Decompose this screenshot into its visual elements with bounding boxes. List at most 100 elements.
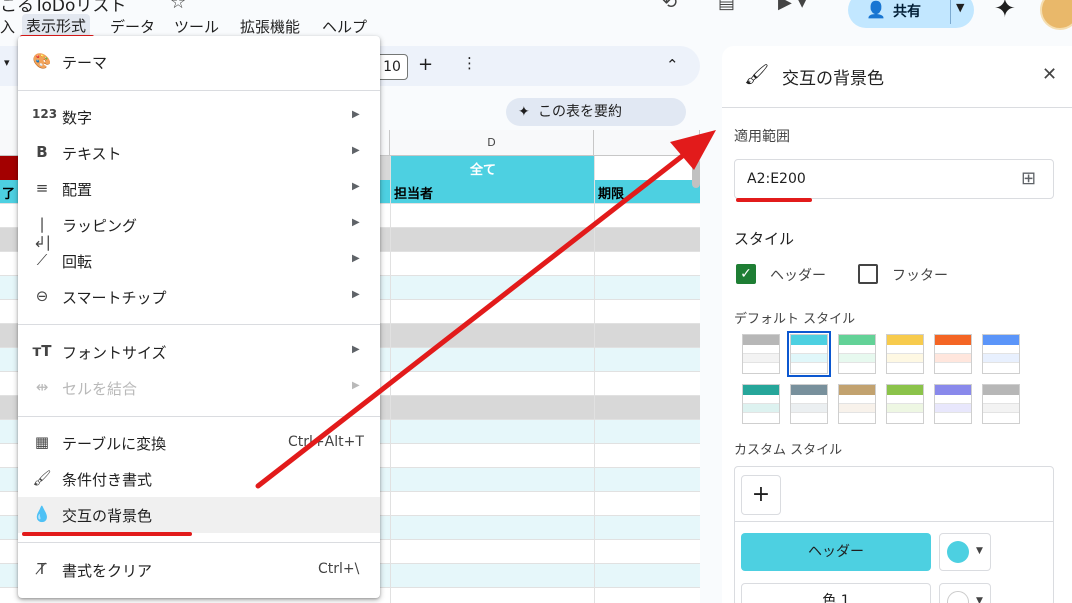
default-style-swatch[interactable] <box>934 334 972 374</box>
default-style-swatch[interactable] <box>838 384 876 424</box>
submenu-arrow-icon: ▶ <box>352 145 360 156</box>
more-options-icon[interactable]: ⋮ <box>462 54 477 72</box>
screen: こるToDoリスト ☆ ⟲ ▤ ▶ ▾ 👤 共有 ▼ ✦ 入 表示形式 データ … <box>0 0 1072 603</box>
chevron-down-icon: ▼ <box>976 596 983 603</box>
color1-button[interactable]: 色 1 <box>741 583 931 603</box>
font-size-input[interactable]: 10 <box>376 54 408 80</box>
menu-item-alignment[interactable]: ≡ 配置 ▶ <box>18 171 380 207</box>
menu-help[interactable]: ヘルプ <box>322 16 367 37</box>
annotation-underline-range <box>736 198 812 202</box>
swatch-row <box>887 363 923 373</box>
merge-icon: ⇹ <box>35 378 49 396</box>
range-label: 適用範囲 <box>734 129 790 145</box>
vertical-scrollbar[interactable] <box>692 158 700 188</box>
menu-item-rotation[interactable]: ⟋ 回転 ▶ <box>18 243 380 279</box>
share-button[interactable]: 👤 共有 ▼ <box>848 0 974 28</box>
paint-roller-icon: 🖌 <box>32 469 52 487</box>
range-input[interactable]: A2:E200 ⊞ <box>734 159 1054 199</box>
default-style-swatch[interactable] <box>982 334 1020 374</box>
custom-divider <box>735 521 1053 522</box>
swatch-header-color <box>743 385 779 395</box>
color-dot <box>947 541 969 563</box>
color-dot <box>947 591 969 603</box>
cell-a-fragment: 了 <box>2 187 16 202</box>
menu-item-alternating-colors[interactable]: 💧 交互の背景色 <box>18 497 380 533</box>
menu-item-smart-chips[interactable]: ⊖ スマートチップ ▶ <box>18 279 380 315</box>
cell-deadline-header: 期限 <box>598 187 625 202</box>
gemini-icon[interactable]: ✦ <box>994 0 1016 24</box>
swatch-row <box>983 395 1019 404</box>
swatch-row <box>935 345 971 354</box>
menu-insert[interactable]: 入 <box>0 16 15 37</box>
menu-data[interactable]: データ <box>110 16 155 37</box>
menu-item-font-size[interactable]: тT フォントサイズ ▶ <box>18 334 380 370</box>
menu-item-conditional-format[interactable]: 🖌 条件付き書式 <box>18 461 380 497</box>
menu-item-text[interactable]: B テキスト ▶ <box>18 135 380 171</box>
header-color-picker[interactable]: ▼ <box>939 533 991 571</box>
menu-shortcut: Ctrl+\ <box>318 561 360 577</box>
chevron-down-icon[interactable]: ▼ <box>956 1 964 14</box>
menu-divider <box>18 90 380 91</box>
meet-icon[interactable]: ▶ ▾ <box>778 0 807 13</box>
swatch-header-color <box>839 385 875 395</box>
default-styles-label: デフォルト スタイル <box>734 312 856 327</box>
menu-item-wrapping[interactable]: |↲| ラッピング ▶ <box>18 207 380 251</box>
banner-filter-cell[interactable]: 全て <box>390 156 594 180</box>
menu-item-merge-cells: ⇹ セルを結合 ▶ <box>18 370 380 406</box>
avatar[interactable] <box>1040 0 1072 30</box>
menu-extensions[interactable]: 拡張機能 <box>240 16 300 37</box>
header-color-button[interactable]: ヘッダー <box>741 533 931 571</box>
column-header-d[interactable]: D <box>390 130 594 156</box>
swatch-row <box>839 345 875 354</box>
number-icon: 123 <box>32 107 58 121</box>
default-style-swatch[interactable] <box>787 331 831 377</box>
default-style-swatch[interactable] <box>742 334 780 374</box>
menu-item-clear-format[interactable]: T̸ 書式をクリア Ctrl+\ <box>18 552 380 588</box>
banner-red-cell[interactable] <box>0 156 20 180</box>
menu-item-label: テーマ <box>62 54 108 72</box>
menu-item-convert-to-table[interactable]: ▦ テーブルに変換 Ctrl+Alt+T <box>18 425 380 461</box>
add-custom-style-button[interactable]: + <box>741 475 781 515</box>
summarize-table-chip[interactable]: ✦ この表を要約 <box>506 98 686 126</box>
toolbar-caret-icon[interactable]: ▾ <box>4 56 10 69</box>
column-header-e[interactable] <box>594 130 700 156</box>
default-style-swatch[interactable] <box>934 384 972 424</box>
collapse-toolbar-icon[interactable]: ⌃ <box>666 56 679 74</box>
menu-tools[interactable]: ツール <box>174 16 219 37</box>
menu-divider <box>18 416 380 417</box>
close-icon[interactable]: ✕ <box>1042 64 1057 85</box>
font-size-plus-button[interactable]: + <box>418 54 433 75</box>
default-style-swatch[interactable] <box>742 384 780 424</box>
default-style-swatch[interactable] <box>838 334 876 374</box>
grid-select-icon[interactable]: ⊞ <box>1021 168 1036 189</box>
menu-item-label: 回転 <box>62 253 93 271</box>
wrap-icon: |↲| <box>33 215 51 251</box>
menu-item-label: スマートチップ <box>62 289 167 307</box>
menu-item-theme[interactable]: 🎨 テーマ <box>18 44 380 80</box>
swatch-alt-row <box>935 404 971 413</box>
swatch-header-color <box>887 385 923 395</box>
default-style-swatch[interactable] <box>886 334 924 374</box>
header-checkbox[interactable]: ✓ <box>736 264 756 284</box>
paint-roller-icon: 🖌 <box>744 62 770 86</box>
default-style-swatch[interactable] <box>982 384 1020 424</box>
swatch-alt-row <box>791 404 827 413</box>
menu-item-label: 数字 <box>62 109 93 127</box>
default-style-swatch[interactable] <box>790 384 828 424</box>
smart-chip-icon: ⊖ <box>35 287 49 305</box>
footer-checkbox[interactable] <box>858 264 878 284</box>
menu-divider <box>18 324 380 325</box>
default-style-swatch[interactable] <box>886 384 924 424</box>
submenu-arrow-icon: ▶ <box>352 344 360 355</box>
color1-picker[interactable]: ▼ <box>939 583 991 603</box>
comment-icon[interactable]: ▤ <box>718 0 735 13</box>
swatch-row <box>743 413 779 423</box>
swatch-alt-row <box>839 404 875 413</box>
swatch-alt-row <box>887 404 923 413</box>
menu-shortcut: Ctrl+Alt+T <box>288 434 364 450</box>
palette-icon: 🎨 <box>32 52 52 70</box>
menu-item-label: 交互の背景色 <box>62 507 153 525</box>
column-divider <box>390 156 391 603</box>
menu-item-number[interactable]: 123 数字 ▶ <box>18 99 380 135</box>
swatch-row <box>743 345 779 354</box>
